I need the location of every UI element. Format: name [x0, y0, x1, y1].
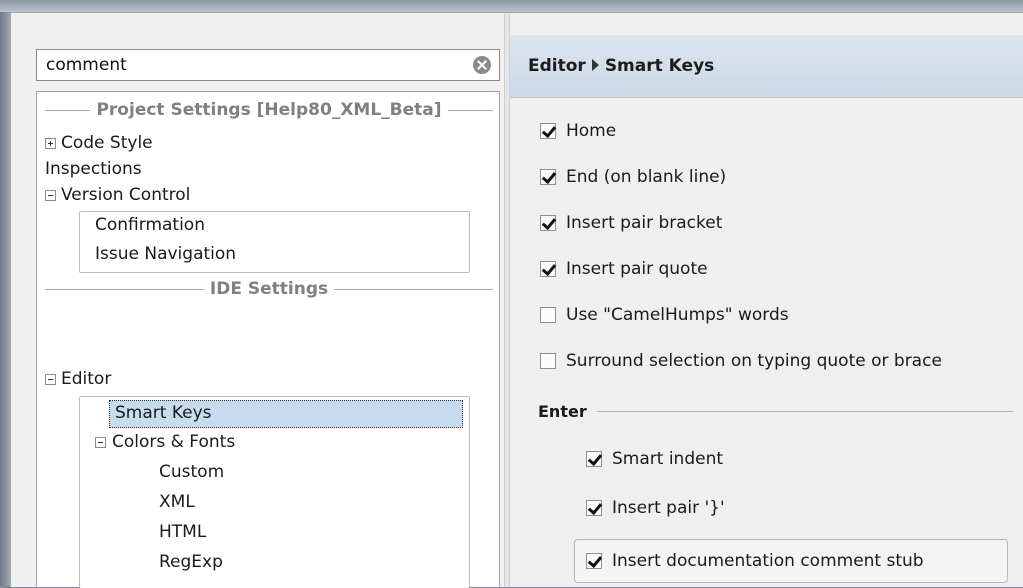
project-settings-separator: Project Settings [Help80_XML_Beta] [45, 98, 493, 122]
insert-pair-brace-checkbox[interactable] [586, 500, 602, 516]
tree-item-html[interactable]: HTML [159, 519, 206, 545]
ide-settings-separator: IDE Settings [45, 277, 493, 301]
breadcrumb-editor: Editor [528, 56, 586, 76]
separator-line [45, 109, 91, 111]
end-checkbox[interactable] [540, 169, 556, 185]
settings-tree: Project Settings [Help80_XML_Beta] Code … [36, 91, 500, 588]
option-end-blank-line[interactable]: End (on blank line) [540, 163, 726, 191]
tree-item-issue-navigation[interactable]: Issue Navigation [95, 241, 236, 267]
settings-content-pane: Editor Smart Keys Home End (on blank line… [510, 13, 1023, 587]
option-insert-doc-comment-stub[interactable]: Insert documentation comment stub [586, 547, 924, 575]
window-left-edge [0, 12, 10, 586]
separator-line [334, 288, 493, 290]
camelhumps-checkbox[interactable] [540, 307, 556, 323]
option-label: Home [566, 121, 617, 141]
tree-item-colors-fonts[interactable]: Colors & Fonts [112, 429, 235, 455]
option-label: Use "CamelHumps" words [566, 305, 789, 325]
tree-item-inspections[interactable]: Inspections [45, 156, 142, 182]
separator-line [447, 109, 493, 111]
option-label: Smart indent [612, 449, 724, 469]
option-label: Surround selection on typing quote or br… [566, 351, 942, 371]
breadcrumb-smart-keys: Smart Keys [604, 56, 715, 76]
enter-section-header: Enter [538, 399, 1013, 423]
tree-item-version-control[interactable]: Version Control [61, 182, 190, 208]
option-home[interactable]: Home [540, 117, 616, 145]
window-top-strip [0, 0, 1023, 12]
tree-item-code-style[interactable]: Code Style [61, 130, 153, 156]
option-insert-pair-brace[interactable]: Insert pair '}' [586, 494, 725, 522]
smart-indent-checkbox[interactable] [586, 451, 602, 467]
collapse-version-control-icon[interactable] [45, 190, 56, 201]
tree-item-regexp[interactable]: RegExp [159, 549, 223, 575]
option-label: Insert pair bracket [566, 213, 723, 233]
clear-search-icon[interactable] [473, 56, 491, 74]
search-box[interactable] [36, 49, 500, 81]
tree-item-xml[interactable]: XML [159, 489, 195, 515]
insert-pair-quote-checkbox[interactable] [540, 261, 556, 277]
separator-line [596, 410, 1013, 412]
option-insert-pair-bracket[interactable]: Insert pair bracket [540, 209, 722, 237]
breadcrumb-arrow-icon [591, 59, 599, 71]
option-label: Insert pair '}' [612, 498, 725, 518]
settings-dialog: Project Settings [Help80_XML_Beta] Code … [10, 12, 1023, 588]
option-camelhumps[interactable]: Use "CamelHumps" words [540, 301, 789, 329]
ide-settings-label: IDE Settings [209, 279, 329, 299]
option-insert-pair-quote[interactable]: Insert pair quote [540, 255, 708, 283]
enter-section-label: Enter [538, 401, 587, 421]
collapse-colors-fonts-icon[interactable] [95, 437, 106, 448]
option-label: Insert pair quote [566, 259, 708, 279]
home-checkbox[interactable] [540, 123, 556, 139]
surround-selection-checkbox[interactable] [540, 353, 556, 369]
search-input[interactable] [37, 50, 466, 80]
tree-item-confirmation[interactable]: Confirmation [95, 212, 205, 238]
settings-navigation-pane: Project Settings [Help80_XML_Beta] Code … [11, 13, 504, 588]
separator-line [45, 288, 204, 290]
page-header: Editor Smart Keys [510, 35, 1023, 98]
collapse-editor-icon[interactable] [45, 374, 56, 385]
project-settings-label: Project Settings [Help80_XML_Beta] [96, 100, 442, 120]
tree-item-smart-keys[interactable]: Smart Keys [115, 400, 212, 426]
insert-pair-bracket-checkbox[interactable] [540, 215, 556, 231]
expand-code-style-icon[interactable] [45, 138, 56, 149]
insert-doc-comment-stub-checkbox[interactable] [586, 553, 602, 569]
option-surround-selection[interactable]: Surround selection on typing quote or br… [540, 347, 942, 375]
option-smart-indent[interactable]: Smart indent [586, 445, 723, 473]
option-label: Insert documentation comment stub [612, 551, 924, 571]
tree-item-editor[interactable]: Editor [61, 366, 111, 392]
tree-item-custom[interactable]: Custom [159, 459, 224, 485]
breadcrumb: Editor Smart Keys [528, 51, 714, 81]
option-label: End (on blank line) [566, 167, 727, 187]
